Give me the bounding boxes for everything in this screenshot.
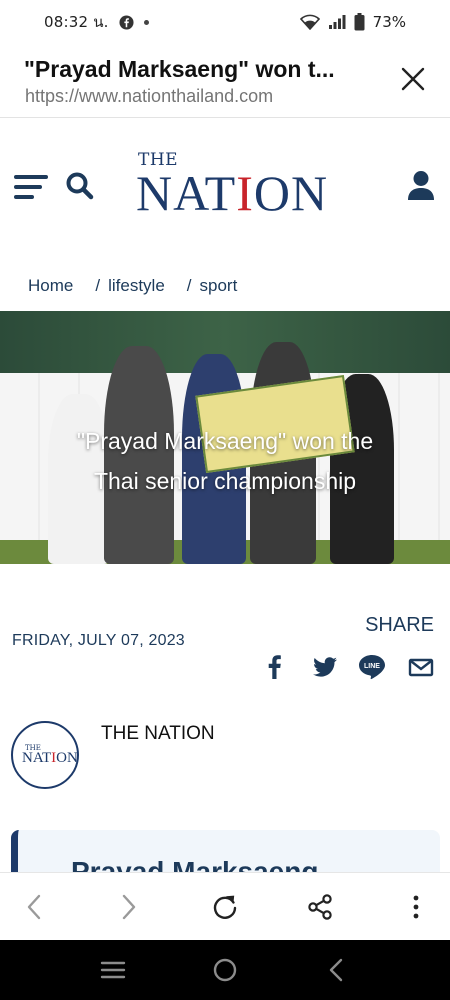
more-icon[interactable] [402, 893, 430, 921]
battery-icon [354, 13, 365, 31]
hero-image[interactable]: "Prayad Marksaeng" won the Thai senior c… [0, 311, 450, 564]
forward-icon[interactable] [114, 893, 142, 921]
browser-toolbar [0, 872, 450, 940]
avatar-logo-nation: NATION [22, 750, 78, 766]
mail-icon[interactable] [406, 652, 436, 682]
reload-icon[interactable] [211, 893, 239, 921]
hero-headline: "Prayad Marksaeng" won the Thai senior c… [0, 421, 450, 501]
custom-tab-header: "Prayad Marksaeng" won t... https://www.… [0, 44, 450, 118]
close-icon[interactable] [400, 66, 426, 92]
facebook-icon[interactable] [260, 652, 290, 682]
wifi-icon [299, 14, 320, 30]
search-icon[interactable] [64, 170, 96, 202]
share-icon[interactable] [306, 893, 334, 921]
logo-nation: NATION [136, 165, 329, 221]
breadcrumb-home[interactable]: Home [28, 276, 73, 296]
screen: 08:32 น. 73% "Prayad Marksaeng" won t...… [0, 0, 450, 1000]
status-time: 08:32 น. [44, 13, 109, 31]
site-logo[interactable]: THE NATION [136, 150, 336, 220]
breadcrumb-separator: / [186, 276, 192, 295]
twitter-icon[interactable] [310, 652, 340, 682]
breadcrumb-separator: / [95, 276, 101, 295]
hero-headline-line2: Thai senior championship [93, 468, 357, 494]
article-date: FRIDAY, JULY 07, 2023 [12, 632, 185, 649]
facebook-icon [119, 14, 134, 30]
share-label: SHARE [365, 614, 434, 636]
back-icon[interactable] [21, 893, 49, 921]
breadcrumb-sport[interactable]: sport [200, 276, 238, 296]
battery-percent: 73% [372, 13, 406, 31]
back-icon[interactable] [323, 958, 351, 982]
tab-title: "Prayad Marksaeng" won t... [24, 56, 335, 82]
signal-icon [328, 15, 346, 29]
home-icon[interactable] [211, 958, 239, 982]
status-bar: 08:32 น. 73% [0, 0, 450, 44]
line-icon[interactable]: LINE [357, 652, 387, 682]
hero-headline-line1: "Prayad Marksaeng" won the [76, 428, 374, 454]
recents-icon[interactable] [99, 958, 127, 982]
breadcrumb: Home / lifestyle / sport [28, 276, 259, 296]
author-avatar[interactable]: THE NATION [11, 721, 79, 789]
share-icons: LINE [260, 652, 436, 682]
line-icon-label: LINE [364, 663, 380, 670]
author-name[interactable]: THE NATION [101, 723, 215, 745]
breadcrumb-lifestyle[interactable]: lifestyle [108, 276, 165, 296]
user-icon[interactable] [406, 170, 436, 202]
tab-url[interactable]: https://www.nationthailand.com [25, 86, 273, 107]
system-navigation-bar [0, 940, 450, 1000]
menu-icon[interactable] [14, 175, 48, 199]
dot-icon [143, 19, 149, 25]
